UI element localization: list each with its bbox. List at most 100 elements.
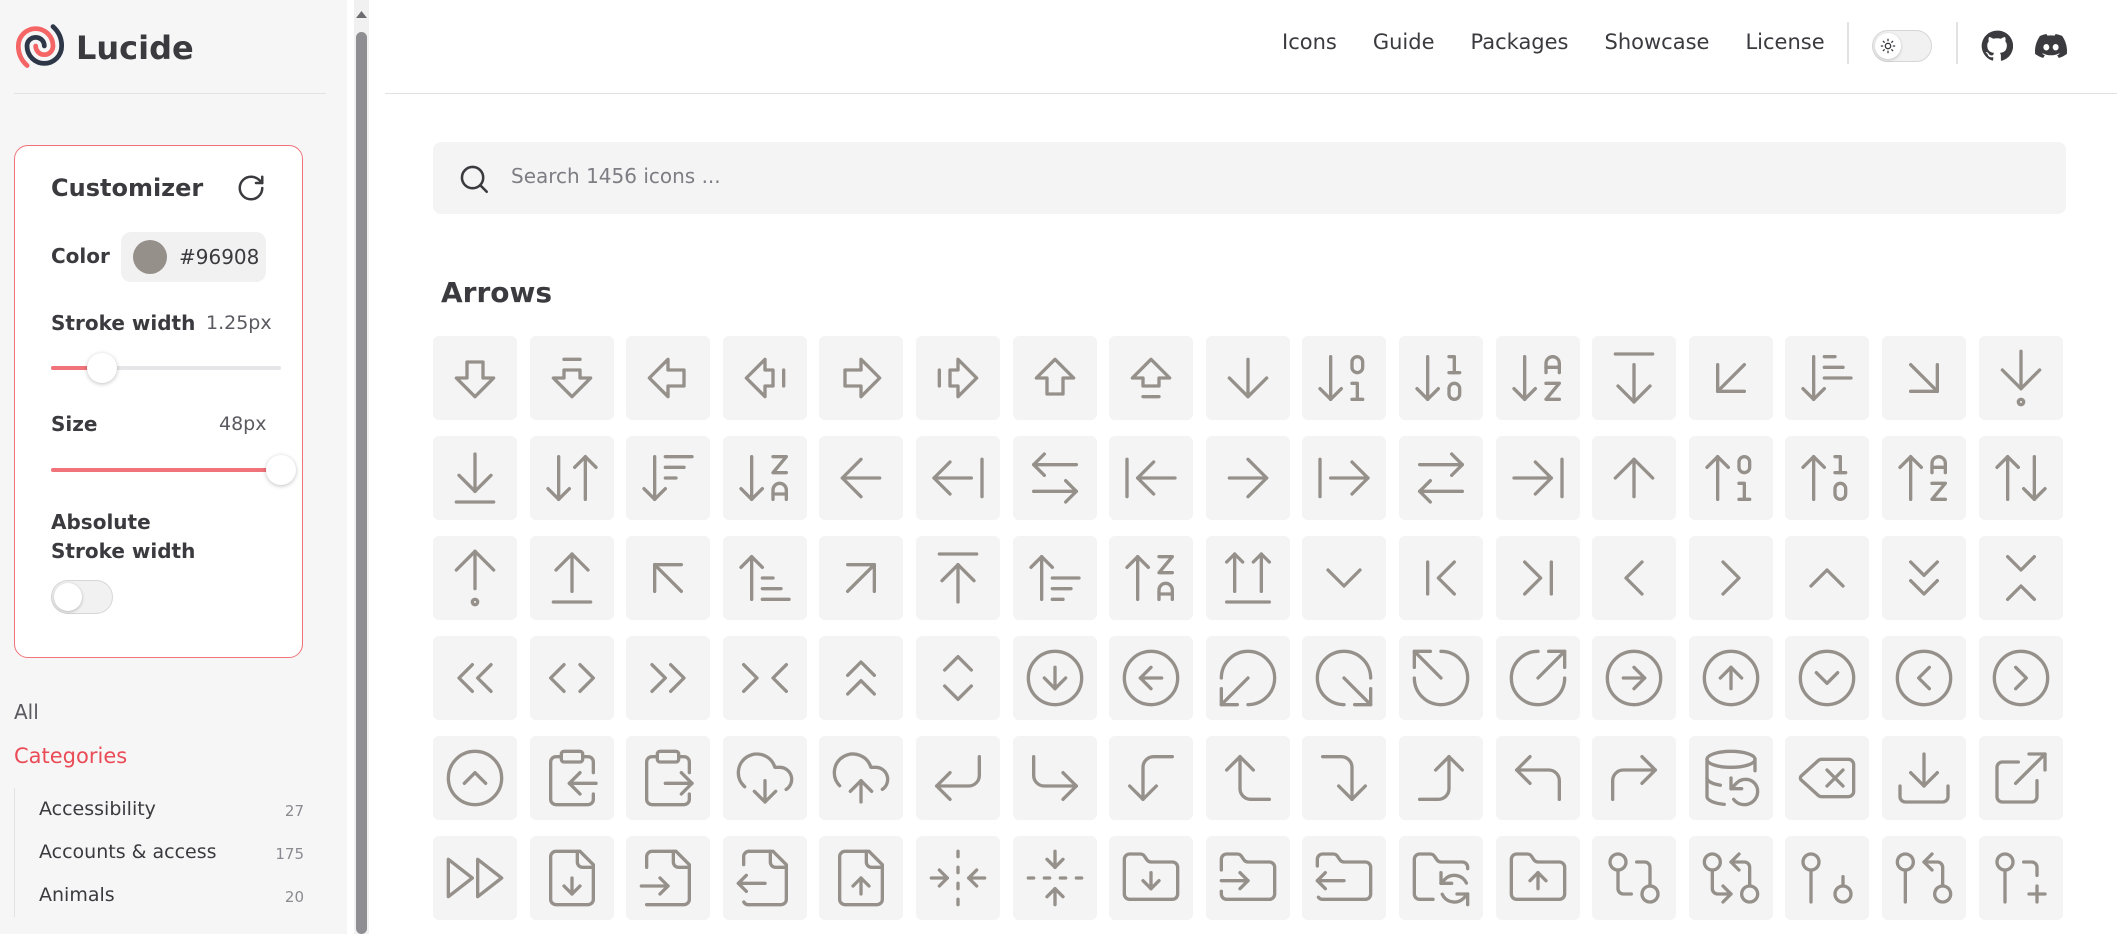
folder-input-icon[interactable] [1205,836,1290,920]
circle-chevron-left-icon[interactable] [1881,636,1966,720]
corner-down-left-icon[interactable] [915,736,1000,820]
git-compare-arrows-icon[interactable] [1688,836,1773,920]
arrow-up-down-icon[interactable] [1978,436,2063,520]
arrow-up-wide-narrow-icon[interactable] [1012,536,1097,620]
arrow-down-up-icon[interactable] [529,436,614,520]
arrow-up-a-z-icon[interactable] [1881,436,1966,520]
file-output-icon[interactable] [722,836,807,920]
size-slider-thumb[interactable] [266,455,296,485]
file-down-icon[interactable] [529,836,614,920]
arrow-up-to-line-icon[interactable] [915,536,1000,620]
chevrons-right-left-icon[interactable] [722,636,807,720]
absolute-stroke-toggle[interactable] [51,580,113,614]
arrow-down-a-z-icon[interactable] [1495,336,1580,420]
search-bar[interactable] [433,142,2066,214]
arrow-down-to-line-icon[interactable] [433,436,517,520]
nav-link-guide[interactable]: Guide [1373,30,1435,54]
stroke-width-slider-thumb[interactable] [86,353,117,383]
category-item[interactable]: Animals 20 [15,874,304,917]
arrow-big-left-dash-icon[interactable] [722,336,807,420]
cloud-upload-icon[interactable] [819,736,904,820]
reset-button[interactable] [235,172,267,204]
circle-arrow-right-icon[interactable] [1592,636,1677,720]
folder-output-icon[interactable] [1302,836,1387,920]
nav-link-license[interactable]: License [1745,30,1824,54]
arrow-right-left-icon[interactable] [1398,436,1483,520]
git-pull-request-create-icon[interactable] [1978,836,2063,920]
folder-down-icon[interactable] [1109,836,1194,920]
arrow-down-narrow-wide-icon[interactable] [1785,336,1870,420]
chevrons-up-icon[interactable] [819,636,904,720]
arrow-down-from-line-icon[interactable] [1592,336,1677,420]
scroll-up-arrow-icon[interactable] [354,8,369,22]
clipboard-arrow-left-icon[interactable] [529,736,614,820]
corner-down-right-icon[interactable] [1012,736,1097,820]
file-input-icon[interactable] [626,836,711,920]
corner-up-left-icon[interactable] [1495,736,1580,820]
arrows-up-from-line-icon[interactable] [1205,536,1290,620]
github-icon[interactable] [1981,30,2014,62]
stroke-width-slider[interactable] [51,353,281,383]
nav-categories[interactable]: Categories [14,744,127,768]
arrow-right-from-line-icon[interactable] [1302,436,1387,520]
arrow-up-0-1-icon[interactable] [1688,436,1773,520]
git-pull-request-closed-icon[interactable] [1785,836,1870,920]
circle-chevron-right-icon[interactable] [1978,636,2063,720]
chevrons-down-up-icon[interactable] [1978,536,2063,620]
arrow-down-0-1-icon[interactable] [1302,336,1387,420]
chevrons-up-down-icon[interactable] [915,636,1000,720]
external-link-icon[interactable] [1978,736,2063,820]
circle-arrow-up-icon[interactable] [1688,636,1773,720]
chevron-up-icon[interactable] [1785,536,1870,620]
category-item[interactable]: Accessibility 27 [15,788,304,831]
brand-logo[interactable]: Lucide [14,20,194,76]
search-input[interactable] [511,164,2011,188]
nav-link-packages[interactable]: Packages [1471,30,1569,54]
size-slider[interactable] [51,455,296,485]
chevrons-right-icon[interactable] [626,636,711,720]
arrow-up-from-line-icon[interactable] [529,536,614,620]
circle-arrow-left-icon[interactable] [1109,636,1194,720]
arrow-up-z-a-icon[interactable] [1109,536,1194,620]
arrow-left-icon[interactable] [819,436,904,520]
arrow-down-1-0-icon[interactable] [1398,336,1483,420]
circle-arrow-out-up-right-icon[interactable] [1495,636,1580,720]
arrow-up-1-0-icon[interactable] [1785,436,1870,520]
nav-link-icons[interactable]: Icons [1282,30,1337,54]
folder-sync-icon[interactable] [1398,836,1483,920]
corner-left-down-icon[interactable] [1109,736,1194,820]
arrow-right-to-line-icon[interactable] [1495,436,1580,520]
folder-up-icon[interactable] [1495,836,1580,920]
arrow-down-to-dot-icon[interactable] [1978,336,2063,420]
arrow-left-right-icon[interactable] [1012,436,1097,520]
chevrons-left-right-icon[interactable] [529,636,614,720]
corner-up-right-icon[interactable] [1592,736,1677,820]
arrow-big-up-dash-icon[interactable] [1109,336,1194,420]
git-pull-request-arrow-icon[interactable] [1881,836,1966,920]
circle-arrow-out-down-right-icon[interactable] [1302,636,1387,720]
database-backup-icon[interactable] [1688,736,1773,820]
chevron-down-icon[interactable] [1302,536,1387,620]
arrow-left-from-line-icon[interactable] [915,436,1000,520]
circle-arrow-down-icon[interactable] [1012,636,1097,720]
circle-arrow-out-up-left-icon[interactable] [1398,636,1483,720]
arrow-up-right-icon[interactable] [819,536,904,620]
arrow-down-z-a-icon[interactable] [722,436,807,520]
sidebar-scrollbar[interactable] [354,0,369,934]
download-icon[interactable] [1881,736,1966,820]
corner-right-up-icon[interactable] [1398,736,1483,820]
cloud-download-icon[interactable] [722,736,807,820]
scrollbar-thumb[interactable] [356,32,367,934]
arrow-big-down-icon[interactable] [433,336,517,420]
circle-chevron-up-icon[interactable] [433,736,517,820]
arrow-down-right-icon[interactable] [1881,336,1966,420]
arrow-up-icon[interactable] [1592,436,1677,520]
chevron-first-icon[interactable] [1398,536,1483,620]
nav-all[interactable]: All [14,700,39,724]
arrow-big-left-icon[interactable] [626,336,711,420]
arrow-up-left-icon[interactable] [626,536,711,620]
file-up-icon[interactable] [819,836,904,920]
arrow-big-down-dash-icon[interactable] [529,336,614,420]
arrow-down-wide-narrow-icon[interactable] [626,436,711,520]
fold-vertical-icon[interactable] [1012,836,1097,920]
